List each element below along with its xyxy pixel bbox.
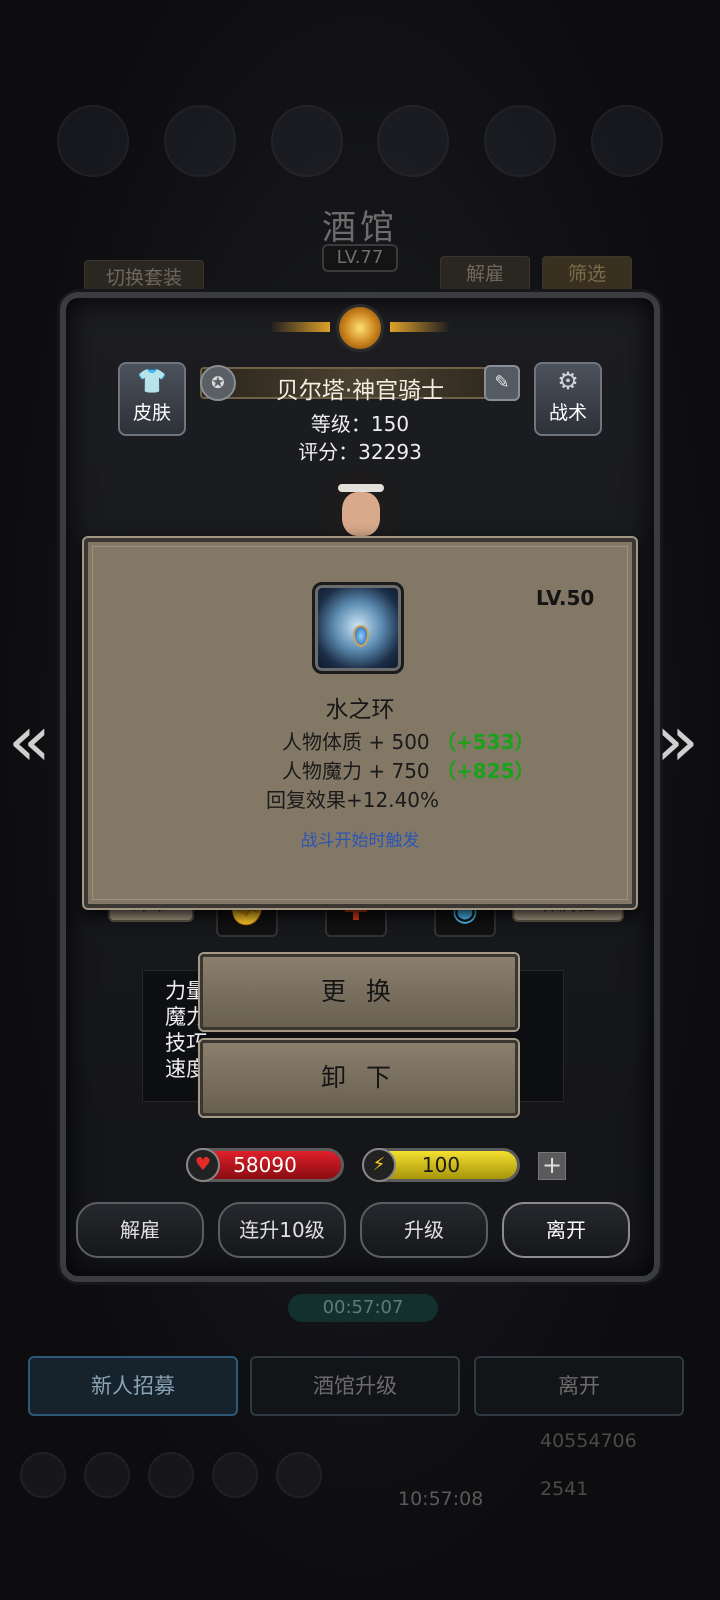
hp-bar: ♥ 58090 — [186, 1148, 344, 1182]
add-energy-button[interactable]: + — [538, 1152, 566, 1180]
tactics-button[interactable]: ⚙ 战术 — [534, 362, 602, 436]
hero-name: 贝尔塔·神官骑士 — [275, 378, 445, 404]
replace-button[interactable]: 更 换 — [200, 954, 518, 1030]
hero-level: 等级：150 — [310, 412, 410, 436]
gear-icon: ⚙ — [557, 367, 579, 395]
item-stat-line: 人物魔力 + 750 （+825） — [282, 755, 535, 784]
energy-value: 100 — [421, 1153, 461, 1177]
bg-dismiss-button: 解雇 — [440, 256, 530, 292]
water-ring-icon — [312, 582, 404, 674]
menu-icon — [270, 105, 343, 177]
tab-recruit: 新人招募 — [28, 1356, 238, 1416]
menu-icon — [377, 105, 450, 177]
clock-text: 10:57:08 — [398, 1488, 484, 1510]
item-level: LV.50 — [536, 586, 595, 610]
menu-icon — [590, 105, 663, 177]
item-stat-line: 人物体质 + 500 （+533） — [282, 726, 535, 755]
item-stat-magic: 人物魔力 + 750 — [282, 759, 430, 783]
menu-icon — [163, 105, 236, 177]
top-icon-row — [40, 105, 680, 195]
energy-bar: ⚡ 100 — [362, 1148, 520, 1182]
nav-icon — [20, 1452, 66, 1498]
item-trigger-note: 战斗开始时触发 — [300, 831, 420, 851]
hero-portrait — [326, 470, 396, 540]
tactics-label: 战术 — [548, 402, 587, 424]
unequip-button[interactable]: 卸 下 — [200, 1040, 518, 1116]
item-stat-magic-bonus: （+825） — [436, 759, 535, 783]
next-hero-arrow-icon[interactable]: » — [656, 700, 699, 782]
nav-icon — [148, 1452, 194, 1498]
tavern-title: 酒馆 — [322, 208, 398, 248]
nav-icon — [84, 1452, 130, 1498]
leave-button[interactable]: 离开 — [502, 1202, 630, 1258]
menu-icon — [483, 105, 556, 177]
recruit-timer: 00:57:07 — [288, 1294, 438, 1322]
hero-score: 评分：32293 — [298, 440, 422, 464]
hp-value: 58090 — [233, 1153, 297, 1177]
skin-label: 皮肤 — [132, 402, 171, 424]
item-stat-constitution-bonus: （+533） — [436, 730, 535, 754]
emblem-icon — [270, 300, 450, 364]
level-up-10-button[interactable]: 连升10级 — [218, 1202, 346, 1258]
gem-amount: 2541 — [540, 1478, 589, 1500]
tavern-level: LV.77 — [322, 244, 398, 272]
tab-tavern-upgrade: 酒馆升级 — [250, 1356, 460, 1416]
item-stat-recovery: 回复效果+12.40% — [266, 788, 440, 812]
tab-leave: 离开 — [474, 1356, 684, 1416]
prev-hero-arrow-icon[interactable]: « — [8, 700, 51, 782]
nav-icon — [212, 1452, 258, 1498]
item-stat-constitution: 人物体质 + 500 — [282, 730, 430, 754]
nav-icon — [276, 1452, 322, 1498]
gold-amount: 40554706 — [540, 1430, 637, 1452]
menu-icon — [57, 105, 130, 177]
switch-outfit-button: 切换套装 — [84, 260, 204, 296]
level-up-button[interactable]: 升级 — [360, 1202, 488, 1258]
item-name: 水之环 — [325, 697, 395, 723]
filter-button: 筛选 — [542, 256, 632, 292]
dismiss-button[interactable]: 解雇 — [76, 1202, 204, 1258]
shirt-icon: 👕 — [137, 367, 167, 395]
skin-button[interactable]: 👕 皮肤 — [118, 362, 186, 436]
